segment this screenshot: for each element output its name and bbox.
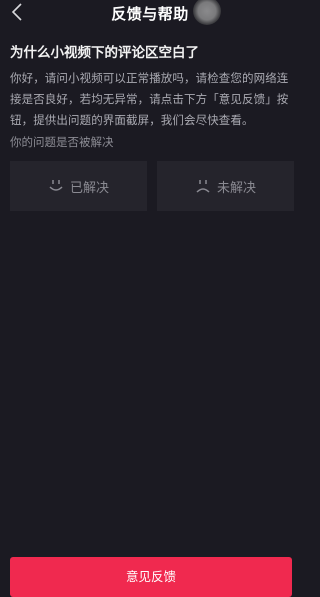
resolution-prompt: 你的问题是否被解决 [10,135,114,149]
smile-face-icon [49,180,63,191]
feedback-button-label: 意见反馈 [125,569,176,584]
feedback-button[interactable]: 意见反馈 [10,557,292,597]
unresolved-button[interactable]: 未解决 [157,161,294,211]
answer-text: 你好，请问小视频可以正常播放吗，请检查您的网络连接是否良好，若均无异常，请点击下… [10,71,289,127]
unresolved-label: 未解决 [216,180,256,196]
sad-face-icon [196,180,210,193]
page-title: 反馈与帮助 [111,5,189,23]
question-title: 为什么小视频下的评论区空白了 [10,45,199,61]
header-bar: 反馈与帮助 [0,0,300,26]
resolved-label: 已解决 [69,180,109,196]
resolved-button[interactable]: 已解决 [10,161,147,211]
